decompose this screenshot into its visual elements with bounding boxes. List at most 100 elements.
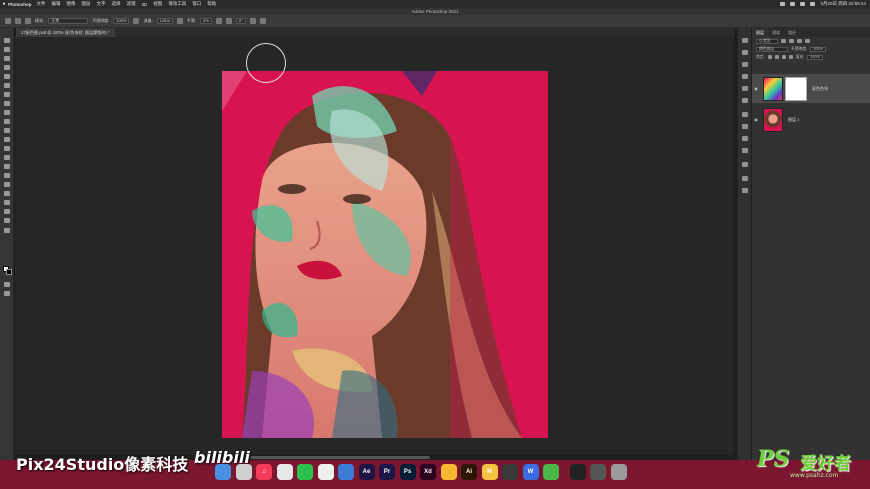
davinci-icon[interactable] [502, 464, 518, 480]
activity-monitor-icon[interactable] [569, 464, 586, 480]
airbrush-icon[interactable] [176, 18, 183, 24]
search-icon[interactable] [800, 2, 806, 6]
libraries-panel-icon[interactable] [742, 136, 748, 141]
horizontal-scrollbar[interactable] [250, 456, 430, 459]
pressure-size-icon[interactable] [249, 18, 256, 24]
smooth-field[interactable]: 0% [199, 18, 212, 24]
xd-icon[interactable]: Xd [420, 464, 436, 480]
pressure-opacity-icon[interactable] [133, 18, 140, 24]
menu-type[interactable]: 文字 [97, 1, 106, 7]
properties-panel-icon[interactable] [742, 112, 748, 117]
history-brush-tool-icon[interactable] [4, 128, 10, 133]
lock-transparent-icon[interactable] [767, 55, 772, 59]
apple-icon[interactable]: ● [0, 1, 8, 7]
menu-edit[interactable]: 编辑 [52, 1, 61, 7]
frame-tool-icon[interactable] [4, 83, 10, 88]
healing-tool-icon[interactable] [4, 101, 10, 106]
tab-channels[interactable]: 通道 [768, 28, 784, 37]
magic-wand-tool-icon[interactable] [4, 65, 10, 70]
layer-thumbnail[interactable] [763, 76, 783, 101]
layer-kind-filter[interactable]: Q 类型 [756, 38, 778, 44]
miro-icon[interactable]: M [481, 464, 498, 480]
paths-panel-icon[interactable] [742, 162, 748, 167]
layer-row[interactable]: ◉ 彩色色块 [752, 74, 870, 103]
control-center-icon[interactable] [810, 2, 816, 6]
symmetry-icon[interactable] [259, 18, 266, 24]
filter-pixel-icon[interactable] [781, 39, 786, 43]
channels-panel-icon[interactable] [742, 148, 748, 153]
menu-layer[interactable]: 图层 [82, 1, 91, 7]
paragraph-panel-icon[interactable] [742, 98, 748, 103]
sketch-icon[interactable] [440, 464, 457, 480]
character-panel-icon[interactable] [742, 86, 748, 91]
wifi-icon[interactable] [780, 2, 786, 6]
brush-settings-icon[interactable] [742, 176, 748, 181]
lock-all-icon[interactable] [788, 55, 793, 59]
wps-icon[interactable]: W [522, 464, 539, 480]
photoshop-icon[interactable]: Ps [399, 464, 416, 480]
launchpad-icon[interactable] [235, 464, 252, 480]
premiere-icon[interactable]: Pr [379, 464, 395, 480]
blur-tool-icon[interactable] [4, 155, 10, 160]
gradient-tool-icon[interactable] [4, 146, 10, 151]
background-color-swatch[interactable] [6, 269, 12, 275]
navigator-panel-icon[interactable] [742, 188, 748, 193]
crop-tool-icon[interactable] [4, 74, 10, 79]
eyedropper-tool-icon[interactable] [4, 92, 10, 97]
dodge-tool-icon[interactable] [4, 164, 10, 169]
smoothing-settings-icon[interactable] [215, 18, 222, 24]
filter-shape-icon[interactable] [805, 39, 810, 43]
menu-3d[interactable]: 3D [142, 2, 148, 7]
tab-paths[interactable]: 路径 [784, 28, 800, 37]
menu-help[interactable]: 帮助 [207, 1, 216, 7]
opacity-field[interactable]: 100% [113, 18, 130, 24]
type-tool-icon[interactable] [4, 182, 10, 187]
brush-preset-icon[interactable] [25, 18, 31, 24]
artboard-image[interactable] [222, 71, 548, 438]
brush-tool-icon[interactable] [15, 18, 21, 24]
menu-file[interactable]: 文件 [37, 1, 46, 7]
path-select-tool-icon[interactable] [4, 191, 10, 196]
learn-panel-icon[interactable] [742, 62, 748, 67]
after-effects-icon[interactable]: Ae [358, 464, 375, 480]
angle-icon[interactable] [225, 18, 232, 24]
menu-filter[interactable]: 滤镜 [127, 1, 136, 7]
filter-type-icon[interactable] [797, 39, 802, 43]
eraser-tool-icon[interactable] [4, 137, 10, 142]
brush-tool-icon[interactable] [4, 110, 10, 115]
finder-icon[interactable] [215, 464, 231, 480]
flow-field[interactable]: 100% [156, 18, 173, 24]
lock-position-icon[interactable] [781, 55, 786, 59]
angle-field[interactable]: 0° [235, 18, 246, 24]
visibility-eye-icon[interactable]: ◉ [752, 117, 760, 122]
document-tab[interactable]: 17配色图.psd @ 100% (彩色块状, 图层蒙版/8) * [16, 28, 115, 37]
move-tool-icon[interactable] [4, 38, 10, 43]
screen-mode-icon[interactable] [4, 291, 10, 296]
shape-tool-icon[interactable] [4, 200, 10, 205]
safari-icon[interactable] [338, 464, 354, 480]
lasso-tool-icon[interactable] [4, 56, 10, 61]
music-icon[interactable]: ♫ [256, 464, 272, 480]
illustrator-icon[interactable]: Ai [461, 464, 477, 480]
history-panel-icon[interactable] [742, 38, 748, 43]
marquee-tool-icon[interactable] [4, 47, 10, 52]
stamp-tool-icon[interactable] [4, 119, 10, 124]
fill-field[interactable]: 100% [807, 54, 824, 60]
chrome-icon[interactable] [276, 464, 293, 480]
mode-select[interactable]: 正常 [48, 18, 89, 24]
layer-name[interactable]: 图层 1 [788, 117, 799, 123]
trash-icon[interactable] [610, 464, 627, 480]
adjustments-panel-icon[interactable] [742, 124, 748, 129]
qq-icon[interactable] [317, 464, 334, 480]
tab-layers[interactable]: 图层 [752, 28, 768, 37]
layer-name[interactable]: 彩色色块 [812, 86, 828, 92]
color-panel-icon[interactable] [742, 50, 748, 55]
filter-adjust-icon[interactable] [789, 39, 794, 43]
lock-image-icon[interactable] [774, 55, 779, 59]
home-icon[interactable] [5, 18, 11, 24]
menu-plugins[interactable]: 增效工具 [168, 1, 186, 7]
hand-tool-icon[interactable] [4, 209, 10, 214]
wechat-icon[interactable] [297, 464, 313, 480]
menu-window[interactable]: 窗口 [192, 1, 201, 7]
layer-mask-thumbnail[interactable] [785, 76, 807, 101]
